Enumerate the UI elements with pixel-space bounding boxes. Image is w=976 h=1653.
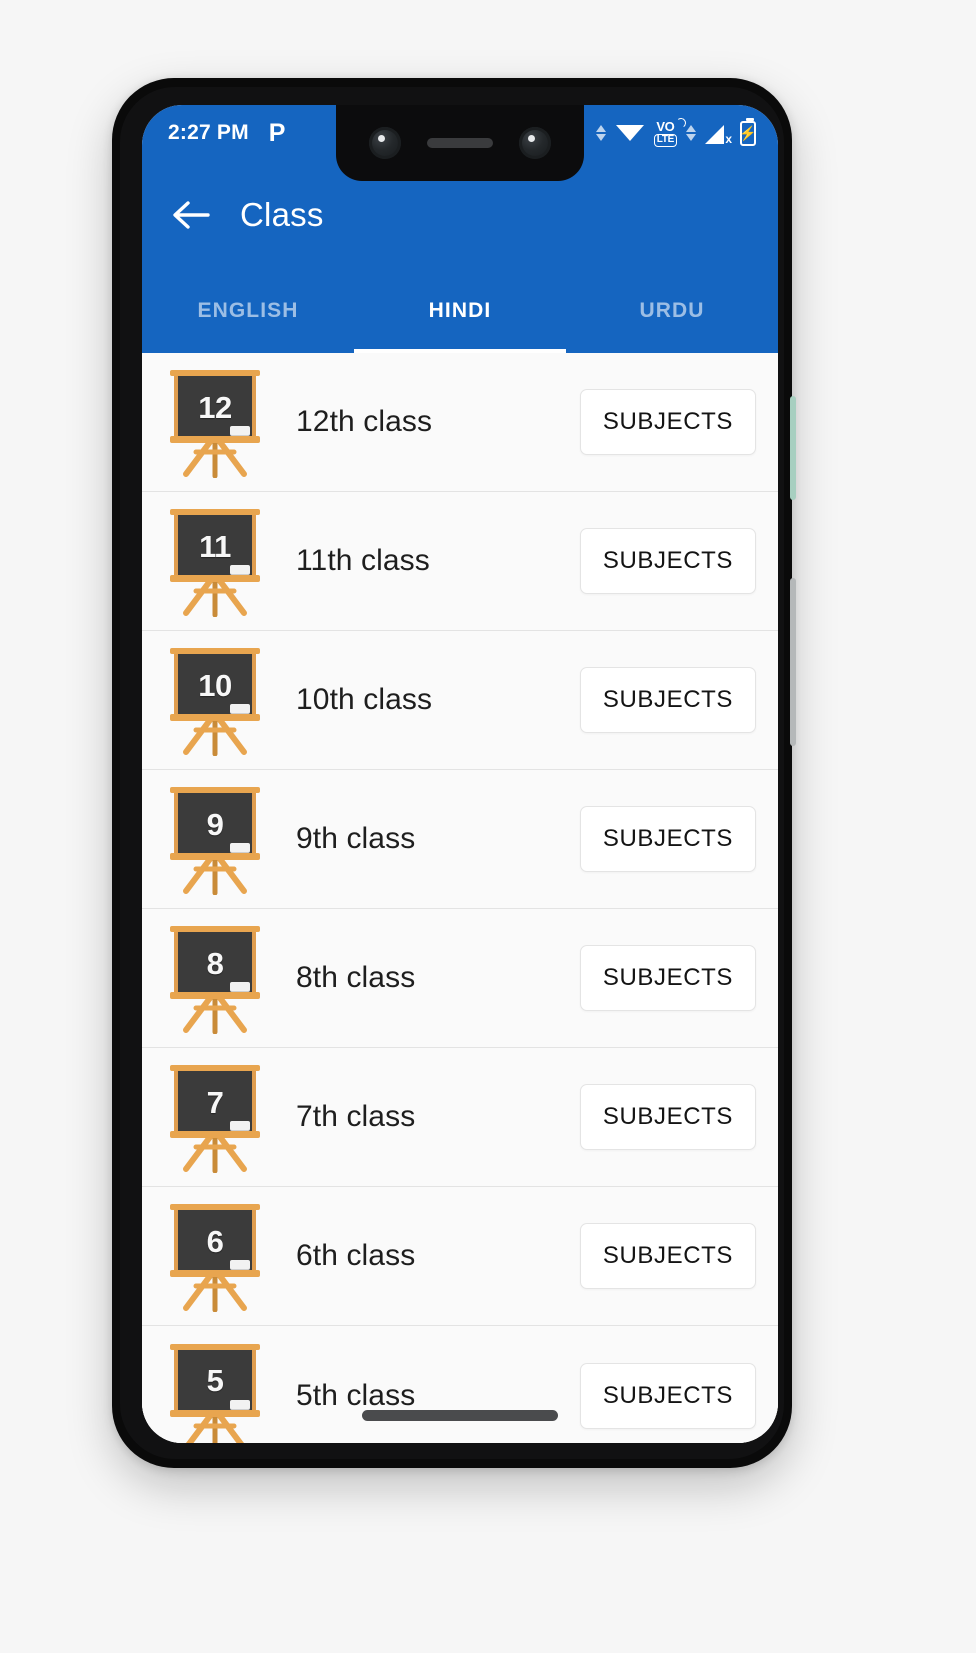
chalkboard-eraser-icon xyxy=(230,565,250,574)
chalkboard-eraser-icon xyxy=(230,982,250,991)
class-name-label: 10th class xyxy=(296,683,433,716)
chalkboard-top-rail xyxy=(170,648,260,654)
app-notification-badge-icon: P xyxy=(268,118,286,147)
chalkboard-top-rail xyxy=(170,509,260,515)
chalkboard-icon: 11 xyxy=(166,505,264,617)
chalkboard-icon: 7 xyxy=(166,1061,264,1173)
subjects-button[interactable]: SUBJECTS xyxy=(579,1362,756,1429)
chalkboard-bottom-rail xyxy=(170,992,260,999)
chalkboard-top-rail xyxy=(170,926,260,932)
tab-label: URDU xyxy=(639,299,705,322)
chalkboard-top-rail xyxy=(170,1065,260,1071)
data-transfer-arrows-icon xyxy=(595,125,606,141)
chalkboard-bottom-rail xyxy=(170,575,260,582)
chalkboard-eraser-icon xyxy=(230,1399,250,1409)
front-camera-secondary-icon xyxy=(519,127,551,159)
chalkboard-top-rail xyxy=(170,787,260,793)
class-list-item[interactable]: 10 10th class SUBJECTS xyxy=(142,631,778,770)
subjects-button[interactable]: SUBJECTS xyxy=(579,528,756,594)
status-bar-left: 2:27 PM P xyxy=(168,118,286,147)
phone-device: 2:27 PM P VO LTE x ⚡ Class ENGLISH HINDI… xyxy=(112,78,796,1468)
page-title: Class xyxy=(240,196,324,233)
screenshot-stage: 2:27 PM P VO LTE x ⚡ Class ENGLISH HINDI… xyxy=(0,0,976,1653)
chalkboard-bottom-rail xyxy=(170,1131,260,1138)
chalkboard-eraser-icon xyxy=(230,843,250,852)
chalkboard-eraser-icon xyxy=(230,426,250,435)
chalkboard-eraser-icon xyxy=(230,1260,250,1269)
chalkboard-number: 11 xyxy=(199,528,231,564)
class-name-label: 5th class xyxy=(296,1378,416,1412)
chalkboard-icon: 10 xyxy=(166,644,264,756)
subjects-button[interactable]: SUBJECTS xyxy=(579,1223,756,1289)
class-list-item[interactable]: 9 9th class SUBJECTS xyxy=(142,770,778,909)
chalkboard-eraser-icon xyxy=(230,704,250,713)
back-arrow-icon[interactable] xyxy=(168,192,214,238)
chalkboard-bottom-rail xyxy=(170,436,260,443)
chalkboard-number: 10 xyxy=(198,667,232,703)
volte-icon: VO LTE xyxy=(653,116,687,147)
tab-hindi[interactable]: HINDI xyxy=(354,269,566,353)
wifi-icon xyxy=(615,120,645,147)
class-list-item[interactable]: 5 5th class SUBJECTS xyxy=(142,1326,778,1443)
chalkboard-eraser-icon xyxy=(230,1121,250,1130)
chalkboard-icon: 12 xyxy=(166,366,264,478)
subjects-button[interactable]: SUBJECTS xyxy=(579,1084,756,1150)
chalkboard-number: 6 xyxy=(206,1223,224,1259)
chalkboard-bottom-rail xyxy=(170,714,260,721)
status-bar-right: VO LTE x ⚡ xyxy=(595,116,757,147)
class-name-label: 11th class xyxy=(296,544,430,577)
chalkboard-bottom-rail xyxy=(170,853,260,860)
display-notch xyxy=(336,105,584,181)
class-name-label: 12th class xyxy=(296,405,433,438)
chalkboard-icon: 9 xyxy=(166,783,264,895)
chalkboard-number: 8 xyxy=(206,945,224,981)
chalkboard-number: 7 xyxy=(206,1084,224,1120)
phone-bezel: 2:27 PM P VO LTE x ⚡ Class ENGLISH HINDI… xyxy=(120,87,784,1459)
navigation-home-pill[interactable] xyxy=(362,1410,558,1421)
class-list[interactable]: 12 12th class SUBJECTS 11 11th class SUBJECTS… xyxy=(142,353,778,1443)
tab-bar: ENGLISH HINDI URDU xyxy=(142,269,778,353)
chalkboard-icon: 6 xyxy=(166,1200,264,1312)
battery-charging-icon: ⚡ xyxy=(739,117,757,146)
class-name-label: 7th class xyxy=(296,1100,416,1133)
class-list-item[interactable]: 6 6th class SUBJECTS xyxy=(142,1187,778,1326)
subjects-button[interactable]: SUBJECTS xyxy=(579,945,756,1011)
chalkboard-top-rail xyxy=(170,1343,260,1350)
status-bar-clock: 2:27 PM xyxy=(168,121,249,144)
class-list-item[interactable]: 8 8th class SUBJECTS xyxy=(142,909,778,1048)
chalkboard-bottom-rail xyxy=(170,1270,260,1277)
cellular-signal-off-icon: x xyxy=(705,122,732,146)
subjects-button[interactable]: SUBJECTS xyxy=(579,389,756,455)
phone-screen: 2:27 PM P VO LTE x ⚡ Class ENGLISH HINDI… xyxy=(142,105,778,1443)
volume-button[interactable] xyxy=(790,578,796,746)
tab-english[interactable]: ENGLISH xyxy=(142,269,354,353)
subjects-button[interactable]: SUBJECTS xyxy=(579,667,756,733)
chalkboard-number: 12 xyxy=(198,389,232,425)
class-list-item[interactable]: 7 7th class SUBJECTS xyxy=(142,1048,778,1187)
chalkboard-icon: 8 xyxy=(166,922,264,1034)
class-name-label: 6th class xyxy=(296,1239,416,1272)
signal-x-label: x xyxy=(725,132,732,146)
volte-top-label: VO xyxy=(656,118,675,134)
tab-urdu[interactable]: URDU xyxy=(566,269,778,353)
class-list-item[interactable]: 11 11th class SUBJECTS xyxy=(142,492,778,631)
subjects-button[interactable]: SUBJECTS xyxy=(579,806,756,872)
chalkboard-number: 5 xyxy=(206,1363,224,1398)
volte-bottom-label: LTE xyxy=(653,133,677,147)
chalkboard-icon: 5 xyxy=(166,1340,264,1443)
tab-label: ENGLISH xyxy=(197,299,299,322)
front-camera-icon xyxy=(369,127,401,159)
earpiece-speaker xyxy=(427,138,493,148)
chalkboard-bottom-rail xyxy=(170,1409,260,1417)
class-list-item[interactable]: 12 12th class SUBJECTS xyxy=(142,353,778,492)
tab-label: HINDI xyxy=(428,299,492,322)
power-button[interactable] xyxy=(790,396,796,500)
battery-bolt-glyph: ⚡ xyxy=(739,125,757,141)
chalkboard-top-rail xyxy=(170,370,260,376)
chalkboard-number: 9 xyxy=(206,806,224,842)
class-name-label: 8th class xyxy=(296,961,416,994)
chalkboard-top-rail xyxy=(170,1204,260,1210)
data-transfer-arrows-secondary-icon xyxy=(686,125,696,141)
class-name-label: 9th class xyxy=(296,822,416,855)
